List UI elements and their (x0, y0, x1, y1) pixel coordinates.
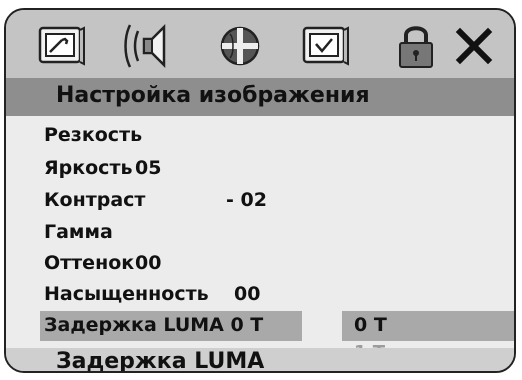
setting-value: 00 (135, 252, 162, 274)
setting-label: Гамма (44, 221, 113, 243)
setting-value: 00 (234, 283, 261, 305)
footer-description: Задержка LUMA (6, 348, 514, 373)
speaker-icon[interactable] (122, 23, 174, 69)
lock-icon[interactable] (396, 24, 436, 68)
section-header: Настройка изображения (6, 78, 514, 116)
wrench-tv-icon[interactable] (38, 24, 86, 68)
icon-toolbar (6, 10, 514, 78)
option-0t-highlighted[interactable]: 0 T (342, 311, 514, 341)
setting-label: Насыщенность (44, 283, 209, 305)
setting-label: Яркость (44, 157, 133, 179)
setting-hue[interactable]: Оттенок (44, 252, 134, 274)
checkbox-tv-icon[interactable] (302, 24, 350, 68)
setting-gamma[interactable]: Гамма (44, 221, 113, 243)
page-title: Настройка изображения (56, 83, 370, 108)
setting-luma-delay-selected[interactable]: Задержка LUMA 0 T (40, 311, 302, 341)
setting-value: - 02 (226, 189, 267, 211)
crossed-circle-icon[interactable] (218, 24, 264, 68)
setting-brightness[interactable]: Яркость (44, 157, 132, 179)
close-icon[interactable] (454, 24, 494, 68)
selected-setting-label: Задержка LUMA 0 T (44, 314, 264, 336)
setting-label: Оттенок (44, 252, 135, 274)
setting-contrast[interactable]: Контраст (44, 189, 145, 211)
setting-saturation[interactable]: Насыщенность (44, 283, 209, 305)
setting-sharpness[interactable]: Резкость (44, 124, 142, 146)
option-label: 0 T (354, 314, 387, 336)
settings-panel: Резкость Яркость 05 Контраст - 02 Гамма … (6, 116, 514, 363)
setting-value: 05 (135, 157, 162, 179)
osd-menu-frame: Настройка изображения Резкость Яркость 0… (4, 8, 516, 373)
footer-text: Задержка LUMA (56, 349, 265, 373)
setting-label: Контраст (44, 189, 146, 211)
setting-label: Резкость (44, 124, 143, 146)
